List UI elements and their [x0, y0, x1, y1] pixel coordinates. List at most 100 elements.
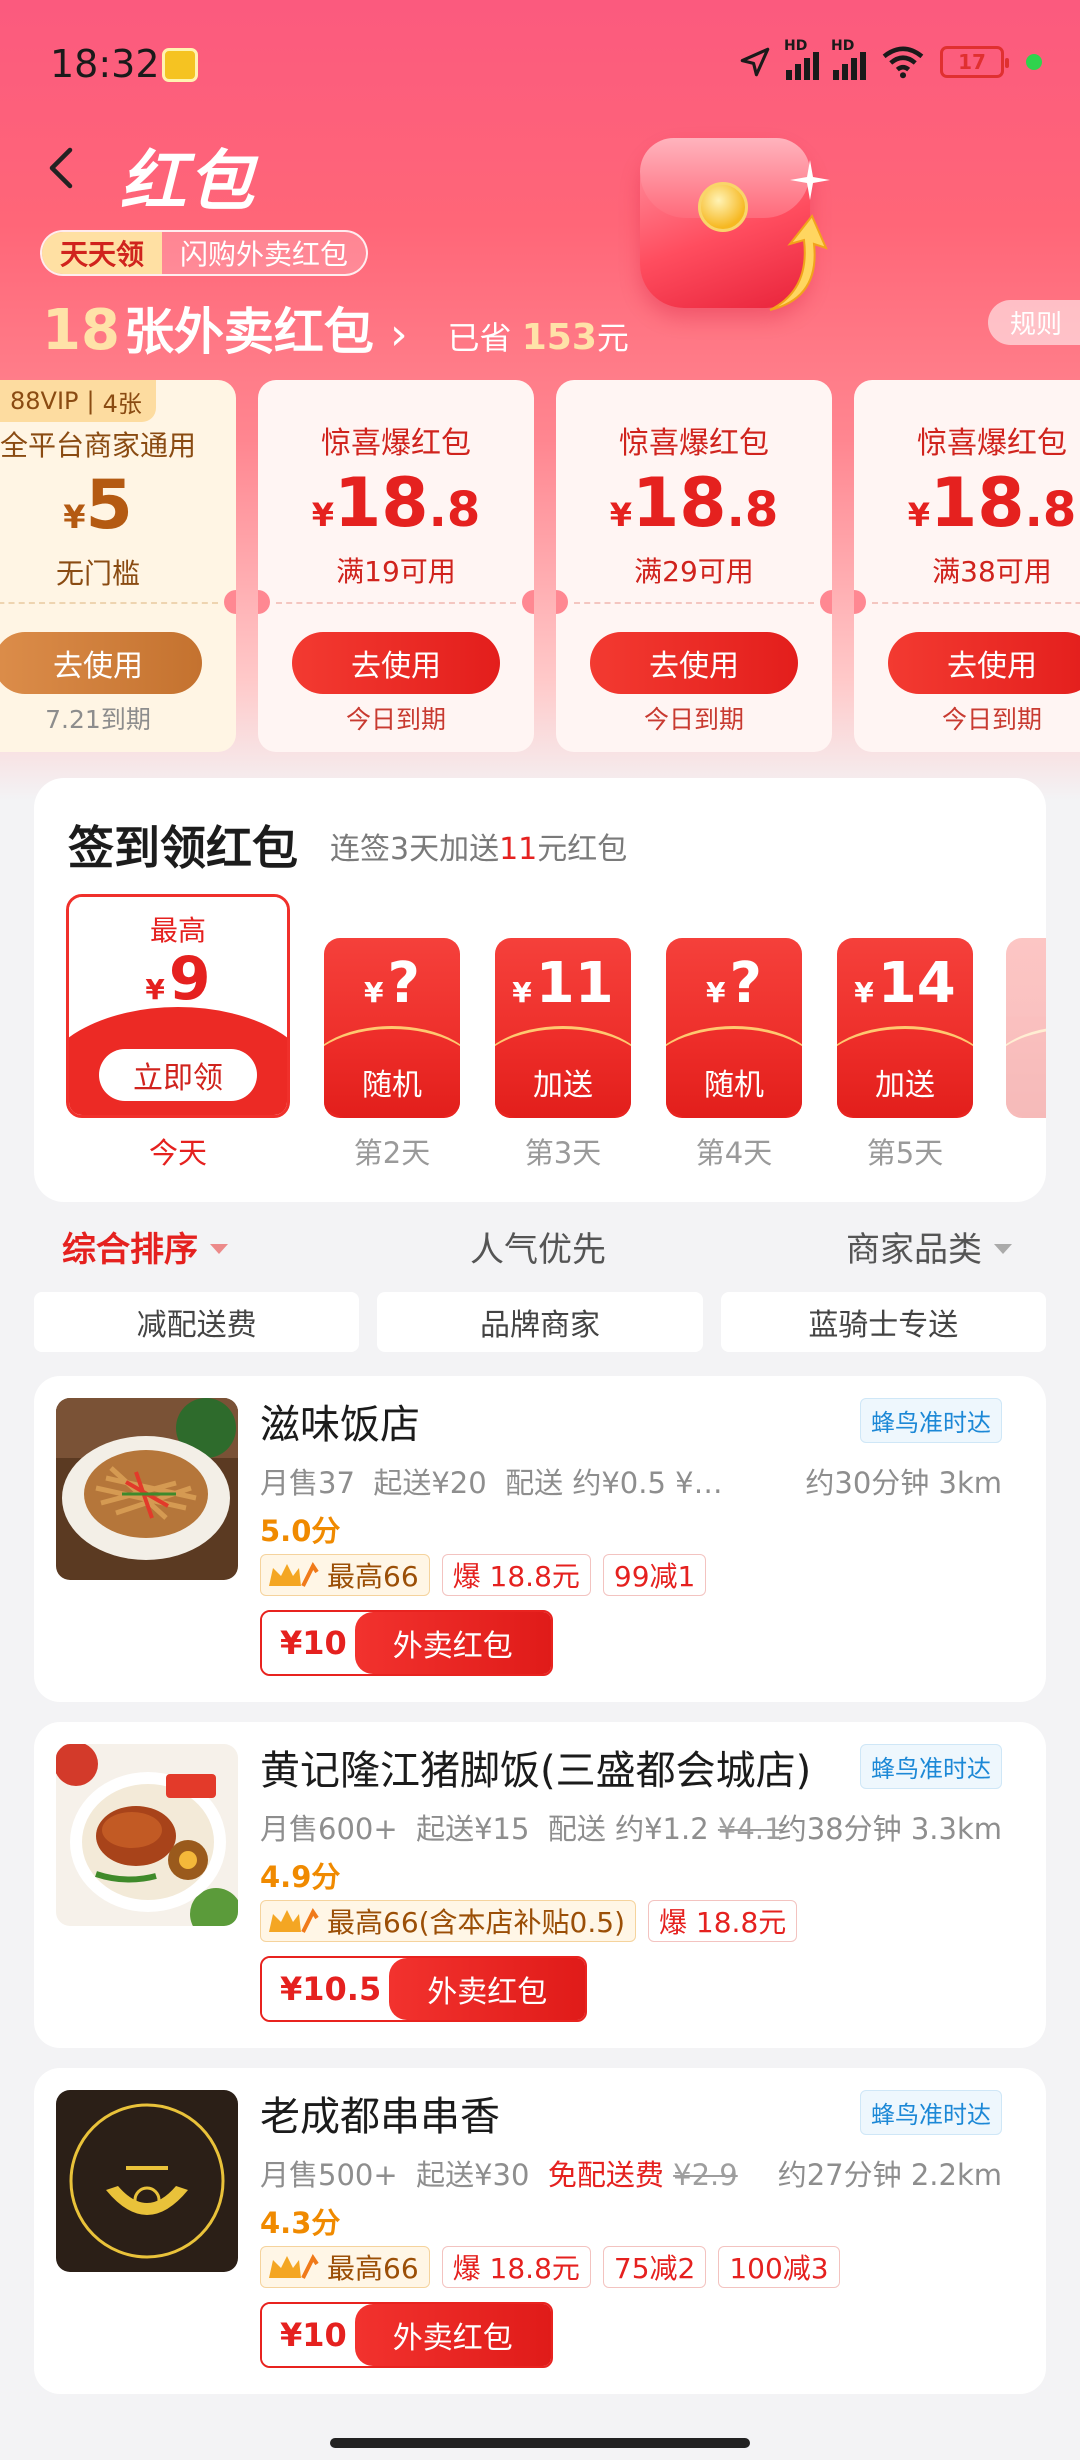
- signal-icon-2: HD: [831, 38, 866, 80]
- promo-tag-label: 闪购外卖红包: [180, 238, 349, 271]
- coupon-title: 全平台商家通用: [0, 429, 196, 462]
- chip-brand-merchant[interactable]: 品牌商家: [377, 1292, 703, 1352]
- claim-now-button[interactable]: 立即领: [99, 1049, 257, 1101]
- signal-icon: HD: [784, 38, 819, 80]
- checkin-day-label: 第3天: [524, 1136, 602, 1170]
- checkin-day-today[interactable]: 最高 ¥9 立即领 今天: [66, 894, 290, 1172]
- back-arrow-icon[interactable]: [32, 138, 92, 198]
- shop-card[interactable]: 滋味饭店 蜂鸟准时达 月售37 起送¥20 配送 约¥0.5 ¥… 约30分钟 …: [34, 1376, 1046, 1702]
- tag-vip-max: 最高66: [260, 2246, 430, 2288]
- crown-icon: [269, 1562, 319, 1587]
- tag-vip-max: 最高66(含本店补贴0.5): [260, 1900, 637, 1942]
- shop-red-packet[interactable]: ¥10 外卖红包: [260, 2302, 553, 2368]
- checkin-day-amount: ¥?: [364, 951, 420, 1016]
- tag-discount: 99减1: [602, 1554, 707, 1596]
- coupon-card[interactable]: 惊喜爆红包 ¥18.8 满38可用 去使用 今日到期: [854, 380, 1080, 752]
- status-bar: 18:32 HD HD 17: [0, 0, 1080, 130]
- tag-discount: 100减3: [718, 2246, 840, 2288]
- shop-score: 5.0分: [260, 1514, 341, 1548]
- shop-tags: 最高66 爆 18.8元 75减2 100减3: [260, 2246, 840, 2288]
- shop-score: 4.3分: [260, 2206, 341, 2240]
- shop-distance: 约27分钟 2.2km: [777, 2158, 1002, 2192]
- shop-red-packet[interactable]: ¥10 外卖红包: [260, 1610, 553, 1676]
- shop-thumbnail: [56, 1744, 238, 1926]
- use-button[interactable]: 去使用: [0, 632, 202, 694]
- checkin-day-tag: 随机: [704, 1068, 764, 1103]
- use-button[interactable]: 去使用: [888, 632, 1080, 694]
- red-packet-label: 外卖红包: [389, 1958, 586, 2020]
- checkin-day-label: 第4天: [695, 1136, 773, 1170]
- ontime-badge: 蜂鸟准时达: [860, 1398, 1002, 1443]
- checkin-day-tag: 加送: [533, 1068, 593, 1103]
- coupon-expiry: 今日到期: [643, 705, 744, 734]
- sort-comprehensive[interactable]: 综合排序: [62, 1222, 228, 1271]
- home-indicator[interactable]: [330, 2438, 750, 2448]
- rules-button[interactable]: 规则: [987, 300, 1080, 345]
- shop-card[interactable]: 黄记隆江猪脚饭(三盛都会城店) 蜂鸟准时达 月售600+ 起送¥15 配送 约¥…: [34, 1722, 1046, 2048]
- use-button[interactable]: 去使用: [590, 632, 798, 694]
- coupon-card-vip[interactable]: 88VIP | 4张 全平台商家通用 ¥5 无门槛 去使用 7.21到期: [0, 380, 236, 752]
- use-button[interactable]: 去使用: [292, 632, 500, 694]
- checkin-day-4[interactable]: ¥? 随机 第4天: [666, 938, 802, 1172]
- page-title: 红包: [120, 143, 256, 220]
- red-packet-label: 外卖红包: [354, 1612, 551, 1674]
- chip-blue-rider[interactable]: 蓝骑士专送: [720, 1292, 1046, 1352]
- coupon-count-label: 张外卖红包: [123, 303, 374, 361]
- checkin-max-label: 最高: [149, 914, 206, 947]
- status-icons: HD HD 17: [738, 38, 1042, 80]
- wifi-icon: [882, 46, 924, 79]
- red-packet-value: ¥10: [262, 1612, 365, 1674]
- sort-popular[interactable]: 人气优先: [470, 1222, 606, 1271]
- checkin-title: 签到领红包: [68, 821, 298, 875]
- crown-icon: [269, 2254, 319, 2279]
- checkin-day-tag: 加送: [875, 1068, 935, 1103]
- tag-boom: 爆 18.8元: [441, 2246, 591, 2288]
- shop-tags: 最高66 爆 18.8元 99减1: [260, 1554, 707, 1596]
- privacy-dot: [1026, 54, 1042, 70]
- coupon-carousel[interactable]: 88VIP | 4张 全平台商家通用 ¥5 无门槛 去使用 7.21到期 惊喜爆红包…: [0, 380, 1080, 752]
- promo-tag: 天天领 闪购外卖红包: [40, 230, 369, 276]
- checkin-day-2[interactable]: ¥? 随机 第2天: [324, 938, 460, 1172]
- coupon-summary[interactable]: 18 张外卖红包 › 已省 153元: [42, 292, 629, 364]
- filter-chips: 减配送费 品牌商家 蓝骑士专送: [34, 1292, 1046, 1352]
- checkin-day-tag: 随机: [362, 1068, 422, 1103]
- checkin-day-amount: ¥14: [854, 951, 956, 1016]
- shop-meta: 月售500+ 起送¥30 免配送费 ¥2.9: [260, 2158, 738, 2192]
- coupon-amount: ¥18.8: [907, 464, 1077, 543]
- caret-down-icon: [210, 1243, 228, 1254]
- red-packet-label: 外卖红包: [354, 2304, 551, 2366]
- coupon-amount: ¥18.8: [311, 464, 481, 543]
- shop-meta: 月售600+ 起送¥15 配送 约¥1.2 ¥4.1: [260, 1812, 783, 1846]
- shop-card[interactable]: 老成都串串香 蜂鸟准时达 月售500+ 起送¥30 免配送费 ¥2.9 约27分…: [34, 2068, 1046, 2394]
- coupon-expiry: 7.21到期: [45, 705, 151, 734]
- saved-amount: 已省 153元: [447, 317, 629, 358]
- checkin-day-3[interactable]: ¥11 加送 第3天: [495, 938, 631, 1172]
- shop-thumbnail: [56, 1398, 238, 1580]
- location-arrow-icon: [740, 47, 770, 77]
- checkin-day-5[interactable]: ¥14 加送 第5天: [837, 938, 973, 1172]
- checkin-day-label: 今天: [148, 1136, 207, 1170]
- checkin-card: 签到领红包 连签3天加送11元红包 最高 ¥9 立即领 今天 ¥? 随机 第2天…: [34, 778, 1046, 1202]
- checkin-day-amount: ¥?: [706, 951, 762, 1016]
- coupon-card[interactable]: 惊喜爆红包 ¥18.8 满19可用 去使用 今日到期: [258, 380, 534, 752]
- chip-reduced-delivery[interactable]: 减配送费: [34, 1292, 360, 1352]
- crown-icon: [269, 1908, 319, 1933]
- shop-name: 老成都串串香: [260, 2094, 500, 2140]
- shop-meta: 月售37 起送¥20 配送 约¥0.5 ¥…: [260, 1466, 723, 1500]
- red-packet-illustration: [640, 120, 850, 330]
- shop-name: 滋味饭店: [260, 1402, 420, 1448]
- checkin-day-6-partial[interactable]: [1006, 938, 1046, 1118]
- coupon-count: 18: [42, 298, 120, 363]
- shop-tags: 最高66(含本店补贴0.5) 爆 18.8元: [260, 1900, 798, 1942]
- tag-vip-max: 最高66: [260, 1554, 430, 1596]
- coupon-expiry: 今日到期: [941, 705, 1042, 734]
- red-packet-value: ¥10.5: [262, 1958, 400, 2020]
- sort-category[interactable]: 商家品类: [846, 1222, 1012, 1271]
- shop-name: 黄记隆江猪脚饭(三盛都会城店): [260, 1748, 812, 1794]
- coupon-card[interactable]: 惊喜爆红包 ¥18.8 满29可用 去使用 今日到期: [556, 380, 832, 752]
- coupon-title: 惊喜爆红包: [917, 426, 1067, 461]
- vip-tag: 88VIP | 4张: [0, 380, 156, 422]
- shop-logo: [56, 2090, 238, 2272]
- checkin-subtitle: 连签3天加送11元红包: [330, 832, 628, 867]
- shop-red-packet[interactable]: ¥10.5 外卖红包: [260, 1956, 588, 2022]
